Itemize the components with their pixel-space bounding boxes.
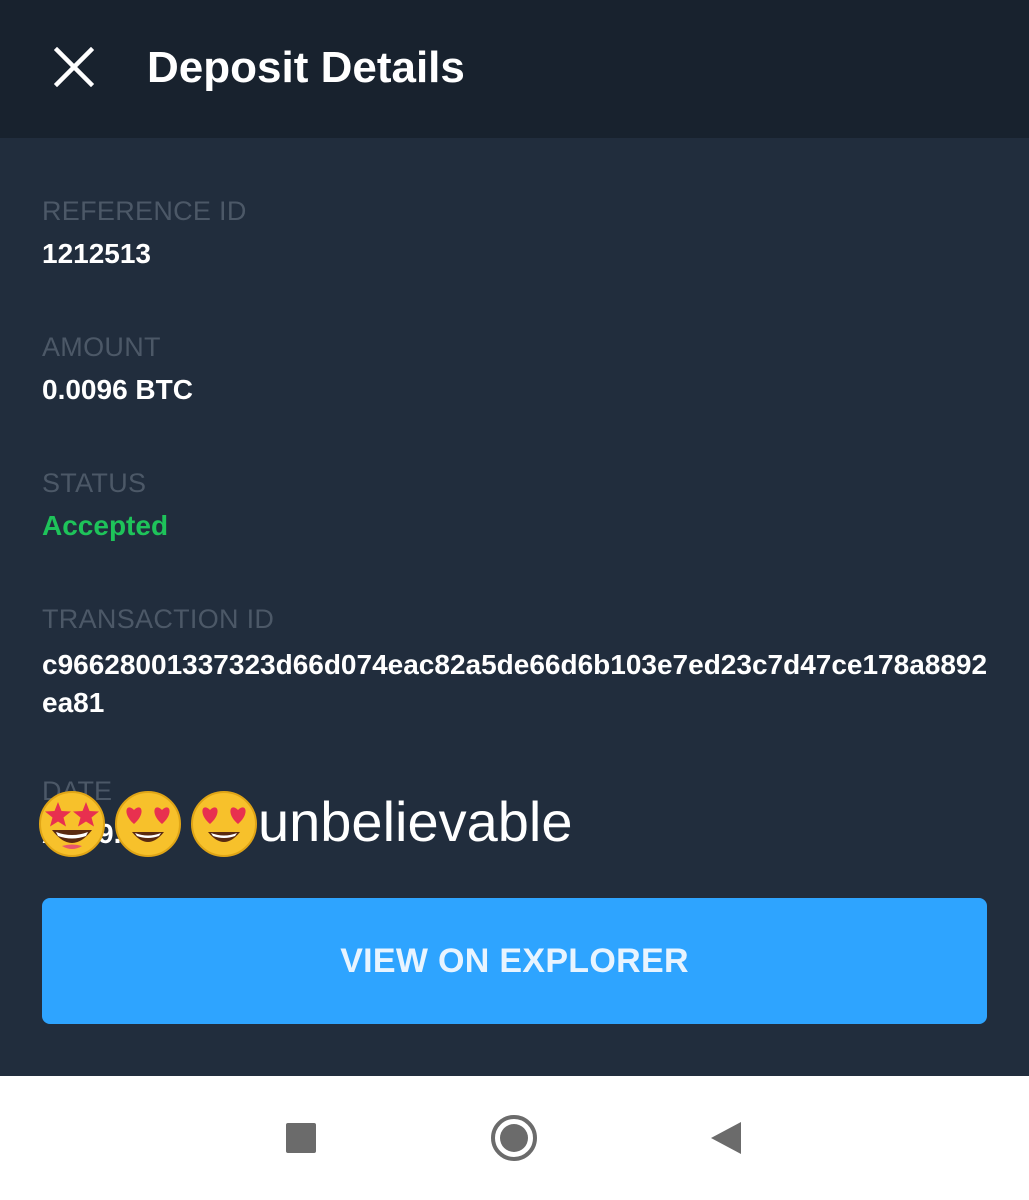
transaction-id-value: c96628001337323d66d074eac82a5de66d6b103e…	[42, 649, 988, 718]
reference-id-label: REFERENCE ID	[42, 196, 247, 226]
android-nav-bar	[0, 1076, 1029, 1200]
amount-label: AMOUNT	[42, 332, 161, 362]
home-circle-icon	[491, 1115, 537, 1161]
recents-button[interactable]	[273, 1114, 329, 1162]
transaction-id-label: TRANSACTION ID	[42, 604, 275, 634]
heart-eyes-emoji	[115, 791, 181, 857]
back-triangle-icon	[711, 1122, 741, 1154]
view-on-explorer-label: VIEW ON EXPLORER	[340, 941, 689, 980]
details-panel: REFERENCE ID 1212513 AMOUNT 0.0096 BTC S…	[0, 138, 1029, 1076]
home-button[interactable]	[486, 1114, 542, 1162]
amount-value: 0.0096 BTC	[42, 374, 193, 405]
overlay-caption-text: unbelievable	[258, 790, 573, 853]
recents-square-icon	[286, 1123, 316, 1153]
heart-eyes-emoji	[191, 791, 257, 857]
view-on-explorer-button[interactable]: VIEW ON EXPLORER	[42, 898, 987, 1024]
star-struck-emoji	[39, 791, 105, 857]
deposit-details-screen: Deposit Details REFERENCE ID 1212513 AMO…	[0, 0, 1029, 1200]
close-button[interactable]	[48, 38, 100, 96]
page-title: Deposit Details	[147, 43, 465, 92]
reference-id-value: 1212513	[42, 238, 152, 269]
status-value: Accepted	[42, 510, 169, 541]
close-icon	[54, 47, 94, 87]
back-button[interactable]	[697, 1114, 753, 1162]
status-label: STATUS	[42, 468, 147, 498]
emoji-caption-overlay: unbelievable	[36, 784, 572, 860]
app-bar: Deposit Details	[0, 0, 1029, 138]
